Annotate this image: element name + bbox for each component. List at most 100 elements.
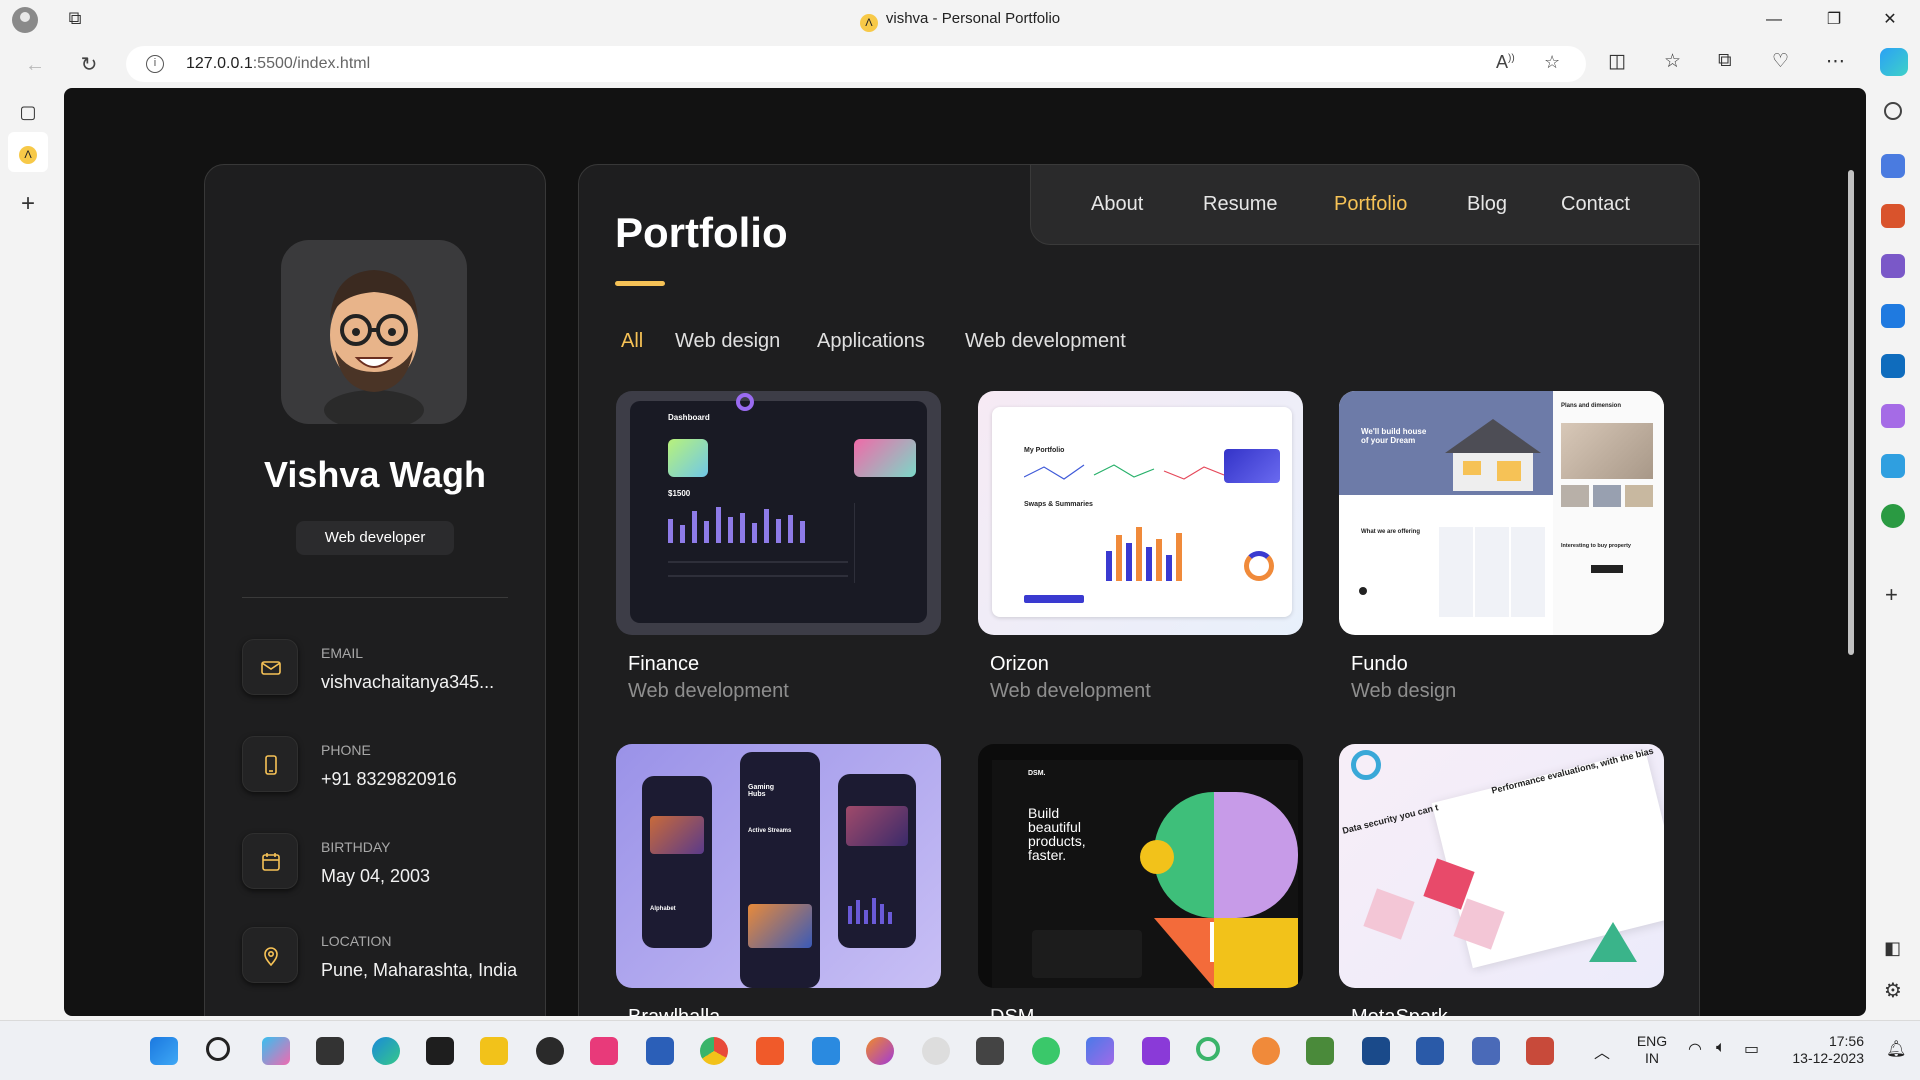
collections-icon[interactable]: ⧉: [1718, 50, 1732, 72]
phone-link[interactable]: +91 8329820916: [321, 766, 521, 793]
favorites-icon[interactable]: ☆: [1664, 50, 1681, 73]
tree-icon[interactable]: [1881, 504, 1905, 528]
add-sidebar-app-icon[interactable]: +: [1885, 582, 1898, 608]
site-info-icon[interactable]: i: [146, 55, 164, 73]
language-indicator[interactable]: ENG IN: [1634, 1033, 1670, 1067]
virtualbox-icon[interactable]: [1472, 1037, 1500, 1065]
tray-chevron-icon[interactable]: ︿: [1594, 1039, 1610, 1063]
settings-gear-icon[interactable]: ⚙: [1884, 978, 1902, 1003]
filter-all[interactable]: All: [621, 330, 643, 353]
copilot-icon[interactable]: [1880, 48, 1908, 76]
vscode-icon[interactable]: [812, 1037, 840, 1065]
location-pin-icon: [242, 927, 298, 983]
app-icon-chart[interactable]: [1362, 1037, 1390, 1065]
vertical-tab-strip: ▢ Λ +: [0, 88, 56, 1020]
nav-contact[interactable]: Contact: [1561, 193, 1630, 216]
windows-taskbar: ︿ ENG IN ◠ 🔈︎ ▭ 17:56 13-12-2023 🔔︎: [0, 1020, 1920, 1080]
notification-bell-icon[interactable]: 🔔︎: [1886, 1039, 1906, 1059]
tab-panel-icon[interactable]: ▢: [14, 98, 42, 126]
file-explorer-icon[interactable]: [480, 1037, 508, 1065]
start-button-icon[interactable]: [150, 1037, 178, 1065]
project-card-brawlhalla[interactable]: Alphabet Gaming Hubs Active Streams Braw…: [616, 744, 941, 1016]
project-thumbnail[interactable]: Performance evaluations, with the bias D…: [1339, 744, 1664, 988]
refresh-icon[interactable]: ↻: [74, 50, 104, 80]
filter-web-development[interactable]: Web development: [965, 330, 1126, 353]
app-icon-hex[interactable]: [1086, 1037, 1114, 1065]
maximize-button[interactable]: ❐: [1806, 0, 1862, 40]
copilot-taskbar-icon[interactable]: [262, 1037, 290, 1065]
word-icon[interactable]: [646, 1037, 674, 1065]
whatsapp-icon[interactable]: [1032, 1037, 1060, 1065]
project-thumbnail[interactable]: My Portfolio Swaps & Summaries: [978, 391, 1303, 635]
project-title: Fundo: [1351, 653, 1408, 675]
project-card-dsm[interactable]: DSM. Build beautiful products, faster. D…: [978, 744, 1303, 1016]
project-thumbnail[interactable]: Alphabet Gaming Hubs Active Streams: [616, 744, 941, 988]
app-icon-green[interactable]: [1306, 1037, 1334, 1065]
wifi-icon[interactable]: ◠: [1688, 1039, 1702, 1059]
filter-web-design[interactable]: Web design: [675, 330, 780, 353]
back-icon[interactable]: ←: [20, 50, 50, 80]
project-title: DSM.: [990, 1006, 1040, 1016]
more-menu-icon[interactable]: ⋯: [1826, 50, 1845, 73]
app-icon-w[interactable]: [922, 1037, 950, 1065]
telegram-icon[interactable]: [1881, 454, 1905, 478]
app-icon-ring[interactable]: [1196, 1037, 1220, 1061]
obs-icon[interactable]: [536, 1037, 564, 1065]
search-icon[interactable]: [1884, 102, 1902, 120]
outlook-icon[interactable]: [1881, 354, 1905, 378]
task-view-icon[interactable]: [316, 1037, 344, 1065]
project-thumbnail[interactable]: DSM. Build beautiful products, faster.: [978, 744, 1303, 988]
read-aloud-icon[interactable]: A)): [1496, 52, 1515, 73]
edge-taskbar-icon[interactable]: [372, 1037, 400, 1065]
url-bar[interactable]: i 127.0.0.1:5500/index.html A)) ☆: [126, 46, 1586, 82]
brave-icon[interactable]: [756, 1037, 784, 1065]
app-icon-car[interactable]: [976, 1037, 1004, 1065]
hide-sidebar-icon[interactable]: ◧: [1884, 938, 1901, 959]
project-thumbnail[interactable]: We'll build house of your Dream Plans an…: [1339, 391, 1664, 635]
app-icon-blue[interactable]: [1416, 1037, 1444, 1065]
clock[interactable]: 17:56 13-12-2023: [1784, 1033, 1864, 1067]
tools-icon[interactable]: [1881, 204, 1905, 228]
filter-applications[interactable]: Applications: [817, 330, 925, 353]
postman-icon[interactable]: [1252, 1037, 1280, 1065]
app-icon-pink[interactable]: [590, 1037, 618, 1065]
firefox-icon[interactable]: [866, 1037, 894, 1065]
onenote-icon[interactable]: [1142, 1037, 1170, 1065]
browser-essentials-icon[interactable]: ♡: [1772, 50, 1789, 73]
battery-icon[interactable]: ▭: [1744, 1039, 1759, 1059]
nav-resume[interactable]: Resume: [1203, 193, 1277, 216]
nav-about[interactable]: About: [1091, 193, 1143, 216]
minimize-button[interactable]: —: [1746, 0, 1802, 40]
active-tab-icon[interactable]: Λ: [8, 132, 48, 172]
url-text[interactable]: 127.0.0.1:5500/index.html: [186, 55, 370, 73]
mail-icon: [242, 639, 298, 695]
avatar: [281, 240, 467, 424]
project-thumbnail[interactable]: Dashboard $1500: [616, 391, 941, 635]
new-tab-icon[interactable]: +: [14, 190, 42, 218]
project-card-finance[interactable]: Dashboard $1500 Finance Web development: [616, 391, 941, 702]
email-link[interactable]: vishvachaitanya345...: [321, 669, 521, 696]
favorite-star-icon[interactable]: ☆: [1544, 52, 1560, 73]
shopping-icon[interactable]: [1881, 154, 1905, 178]
nav-blog[interactable]: Blog: [1467, 193, 1507, 216]
chrome-icon[interactable]: [700, 1037, 728, 1065]
volume-icon[interactable]: 🔈︎: [1716, 1039, 1726, 1057]
terminal-icon[interactable]: [426, 1037, 454, 1065]
close-button[interactable]: ✕: [1862, 0, 1918, 40]
microsoft365-icon[interactable]: [1881, 304, 1905, 328]
project-card-orizon[interactable]: My Portfolio Swaps & Summaries Orizon We…: [978, 391, 1303, 702]
page-scrollbar[interactable]: [1848, 170, 1854, 655]
role-badge: Web developer: [296, 521, 454, 555]
project-title: MetaSpark: [1351, 1006, 1448, 1016]
nav-portfolio[interactable]: Portfolio: [1334, 193, 1407, 216]
divider: [242, 597, 508, 598]
project-card-fundo[interactable]: We'll build house of your Dream Plans an…: [1339, 391, 1664, 702]
app-icon-red[interactable]: [1526, 1037, 1554, 1065]
split-screen-icon[interactable]: ◫: [1608, 50, 1626, 73]
location-value: Pune, Maharashta, India: [321, 960, 518, 980]
taskbar-search-icon[interactable]: [206, 1037, 230, 1061]
games-icon[interactable]: [1881, 254, 1905, 278]
title-bar: ⧉ Λvishva - Personal Portfolio — ❐ ✕: [0, 0, 1920, 40]
project-card-metaspark[interactable]: Performance evaluations, with the bias D…: [1339, 744, 1664, 1016]
drop-icon[interactable]: [1881, 404, 1905, 428]
